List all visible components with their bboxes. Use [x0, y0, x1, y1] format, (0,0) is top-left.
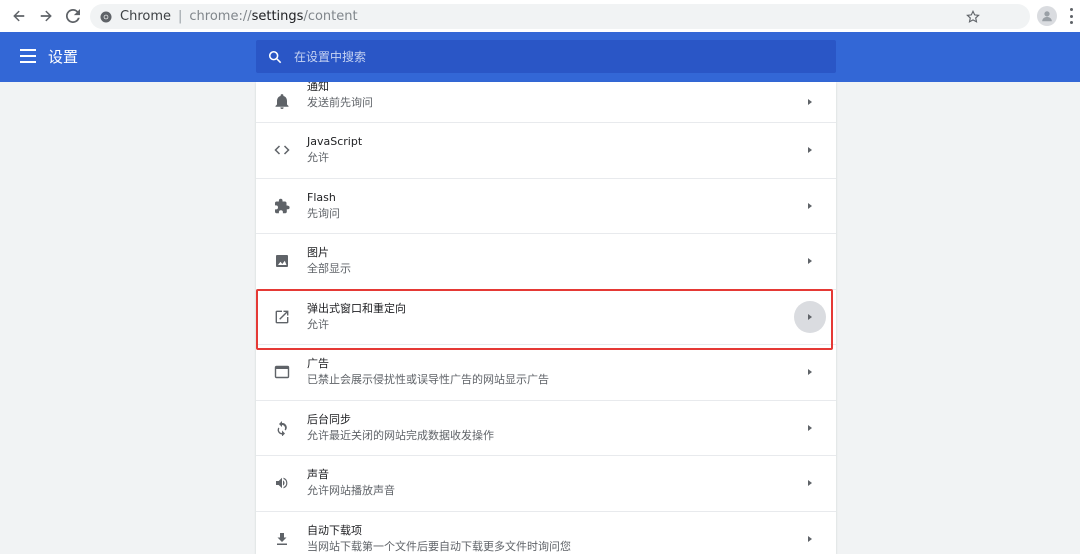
- row-title: 弹出式窗口和重定向: [307, 301, 406, 315]
- back-arrow-icon: [13, 10, 25, 22]
- chevron-right-icon: [806, 368, 814, 376]
- row-subtitle: 发送前先询问: [307, 96, 373, 109]
- settings-search-box[interactable]: [256, 40, 836, 73]
- chevron-right-icon: [806, 98, 814, 106]
- row-title: 自动下载项: [307, 523, 362, 537]
- chevron-right-icon: [806, 202, 814, 210]
- omnibox[interactable]: Chrome | chrome://settings/content: [90, 4, 1030, 29]
- row-subtitle: 先询问: [307, 206, 340, 220]
- settings-row-flash[interactable]: Flash 先询问: [256, 177, 836, 234]
- settings-row-background-sync[interactable]: 后台同步 允许最近关闭的网站完成数据收发操作: [256, 399, 836, 456]
- web-asset-icon: [274, 364, 290, 380]
- hamburger-menu-icon[interactable]: [20, 49, 36, 63]
- forward-button[interactable]: [35, 5, 57, 27]
- settings-row-ads[interactable]: 广告 已禁止会展示侵扰性或误导性广告的网站显示广告: [256, 344, 836, 400]
- omnibox-chip-label: Chrome: [120, 9, 171, 24]
- profile-avatar-icon[interactable]: [1037, 6, 1057, 26]
- chrome-icon: [100, 11, 112, 23]
- row-title: Flash: [307, 190, 336, 204]
- reload-icon: [66, 9, 80, 23]
- settings-row-auto-downloads[interactable]: 自动下载项 当网站下载第一个文件后要自动下载更多文件时询问您: [256, 510, 836, 554]
- url-scheme: chrome://: [189, 9, 252, 24]
- forward-arrow-icon: [40, 10, 52, 22]
- chevron-right-icon: [806, 535, 814, 543]
- settings-header: 设置: [0, 32, 1080, 82]
- settings-row-sound[interactable]: 声音 允许网站播放声音: [256, 455, 836, 511]
- open-in-new-icon: [274, 309, 290, 325]
- row-subtitle: 允许: [307, 151, 329, 165]
- more-menu-icon[interactable]: [1068, 8, 1074, 24]
- row-subtitle: 全部显示: [307, 262, 351, 276]
- row-title: 通知: [307, 82, 329, 93]
- reload-button[interactable]: [62, 5, 84, 27]
- row-title: 图片: [307, 246, 329, 260]
- sync-icon: [274, 420, 290, 436]
- image-icon: [274, 253, 290, 269]
- chevron-right-icon: [806, 424, 814, 432]
- settings-row-popups[interactable]: 弹出式窗口和重定向 允许: [256, 288, 836, 345]
- chevron-right-icon: [806, 479, 814, 487]
- chevron-right-icon: [806, 146, 814, 154]
- url-path: /content: [303, 9, 358, 24]
- back-button[interactable]: [8, 5, 30, 27]
- omnibox-separator: |: [178, 9, 183, 24]
- bell-icon: [274, 94, 290, 110]
- row-subtitle: 允许网站播放声音: [307, 484, 395, 498]
- bookmark-star-icon[interactable]: [966, 4, 980, 29]
- url-host: settings: [251, 9, 304, 24]
- row-title: 广告: [307, 357, 329, 371]
- chevron-right-icon: [806, 257, 814, 265]
- browser-toolbar: Chrome | chrome://settings/content: [0, 0, 1080, 32]
- settings-row-notifications[interactable]: 通知 发送前先询问: [256, 82, 836, 122]
- settings-row-javascript[interactable]: JavaScript 允许: [256, 122, 836, 178]
- row-subtitle: 当网站下载第一个文件后要自动下载更多文件时询问您: [307, 539, 571, 553]
- code-icon: [274, 142, 290, 158]
- row-title: 声音: [307, 468, 329, 482]
- puzzle-icon: [274, 198, 290, 214]
- download-icon: [274, 531, 290, 547]
- search-icon: [268, 50, 282, 63]
- row-title: JavaScript: [307, 135, 363, 149]
- row-title: 后台同步: [307, 412, 351, 426]
- row-subtitle: 允许最近关闭的网站完成数据收发操作: [307, 428, 494, 442]
- row-subtitle: 允许: [307, 317, 329, 331]
- row-subtitle: 已禁止会展示侵扰性或误导性广告的网站显示广告: [307, 373, 549, 387]
- volume-icon: [274, 475, 290, 491]
- search-input[interactable]: [294, 49, 794, 64]
- chevron-right-icon[interactable]: [794, 300, 826, 333]
- content-settings-card: 通知 发送前先询问 JavaScript 允许 Flash 先询问 图片 全部显…: [256, 82, 836, 554]
- page-title: 设置: [48, 48, 79, 66]
- settings-row-images[interactable]: 图片 全部显示: [256, 233, 836, 289]
